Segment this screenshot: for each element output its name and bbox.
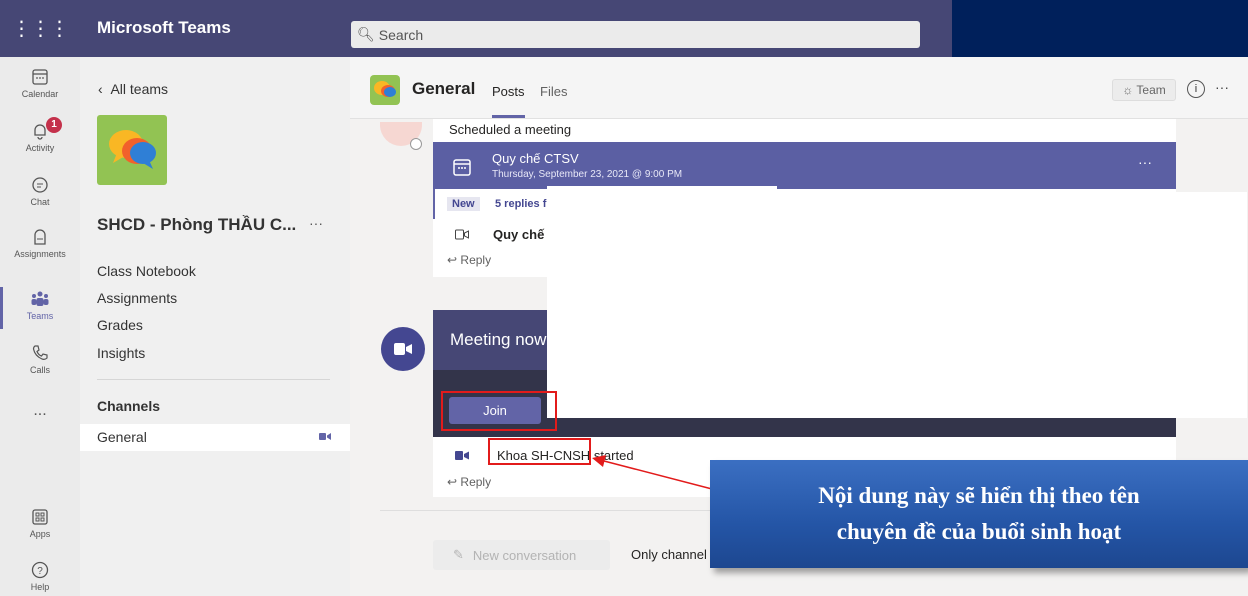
search-placeholder: Search xyxy=(378,26,424,43)
reply-link[interactable]: ↩ Reply xyxy=(447,253,491,267)
chevron-left-icon: ‹ xyxy=(98,81,103,97)
all-teams-link[interactable]: ‹ All teams xyxy=(98,81,168,97)
rail-label: Calendar xyxy=(21,89,59,99)
nav-assignments[interactable]: Assignments xyxy=(97,290,177,306)
team-name: SHCD - Phòng THẦU C... xyxy=(97,215,297,234)
eye-icon: ☼ xyxy=(1122,83,1134,97)
rail-item-more[interactable]: ... xyxy=(0,402,80,420)
channel-more-icon[interactable]: ··· xyxy=(1215,79,1229,95)
apps-icon xyxy=(32,509,48,525)
header-right-region xyxy=(952,0,1248,57)
team-panel: ‹ All teams SHCD - Phòng THẦU C... ··· C… xyxy=(80,57,350,596)
app-rail: Calendar 1 Activity Chat Assignments Tea… xyxy=(0,57,80,596)
reply-icon: ↩ xyxy=(447,475,458,489)
rail-item-calendar[interactable]: Calendar xyxy=(0,67,80,99)
rail-label: Calls xyxy=(29,365,50,375)
redaction-overlay xyxy=(547,192,1247,418)
channel-posting-note: Only channel xyxy=(631,547,707,562)
channel-team-icon xyxy=(370,75,400,105)
nav-grades[interactable]: Grades xyxy=(97,317,143,333)
more-icon: ... xyxy=(33,402,47,419)
rail-item-apps[interactable]: Apps xyxy=(0,507,80,539)
teams-icon xyxy=(31,291,49,306)
help-icon: ? xyxy=(31,561,49,579)
annotation-callout: Nội dung này sẽ hiển thị theo tên chuyên… xyxy=(710,460,1248,568)
divider xyxy=(97,379,330,380)
assignments-icon xyxy=(34,229,46,245)
tab-files[interactable]: Files xyxy=(540,84,567,99)
reply-label: Reply xyxy=(460,253,492,267)
scheduled-text: Scheduled a meeting xyxy=(449,122,572,137)
channel-title: General xyxy=(412,79,476,98)
meeting-banner[interactable]: Quy chế CTSV Thursday, September 23, 202… xyxy=(433,142,1176,189)
new-badge: New xyxy=(447,197,480,211)
nav-class-notebook[interactable]: Class Notebook xyxy=(97,263,196,279)
search-input[interactable]: 🔍︎ Search xyxy=(351,21,920,48)
channel-label: General xyxy=(97,429,147,445)
compose-icon: ✎ xyxy=(453,547,464,562)
meeting-time: Thursday, September 23, 2021 @ 9:00 PM xyxy=(492,169,683,180)
rail-item-chat[interactable]: Chat xyxy=(0,175,80,207)
rail-label: Assignments xyxy=(14,249,66,259)
channel-header: General Posts Files ☼ Team i ··· xyxy=(350,57,1248,119)
phone-icon xyxy=(32,345,48,360)
nav-insights[interactable]: Insights xyxy=(97,345,145,361)
meeting-now-title: Meeting now xyxy=(450,330,547,349)
organizer-highlight-box xyxy=(488,438,591,465)
meeting-more-icon[interactable]: ··· xyxy=(1138,154,1152,170)
video-camera-icon xyxy=(455,451,469,460)
tab-posts[interactable]: Posts xyxy=(492,84,525,118)
meeting-title: Quy chế CTSV xyxy=(492,151,579,166)
recording-title: Quy chế xyxy=(493,227,545,242)
svg-text:?: ? xyxy=(37,566,43,577)
teams-window: ⋮⋮⋮ Microsoft Teams 🔍︎ Search Calendar 1… xyxy=(0,0,1248,596)
rail-label: Activity xyxy=(25,143,55,153)
started-suffix: started xyxy=(590,448,634,463)
reply-link[interactable]: ↩ Reply xyxy=(447,475,491,489)
top-bar: ⋮⋮⋮ Microsoft Teams 🔍︎ Search xyxy=(0,0,1248,57)
chat-icon xyxy=(32,177,48,193)
calendar-icon xyxy=(453,159,471,176)
channel-item-general[interactable]: General xyxy=(80,424,350,451)
reply-icon: ↩ xyxy=(447,253,458,267)
rail-label: Help xyxy=(30,582,50,592)
chat-bubbles-logo-icon xyxy=(109,130,156,169)
search-icon: 🔍︎ xyxy=(357,26,375,42)
app-title: Microsoft Teams xyxy=(97,18,231,37)
new-conversation-button[interactable]: ✎ New conversation xyxy=(433,540,610,570)
rail-item-activity[interactable]: 1 Activity xyxy=(0,117,80,153)
video-outline-icon xyxy=(455,229,469,240)
join-highlight-box xyxy=(441,391,557,431)
team-button[interactable]: ☼ Team xyxy=(1112,79,1176,101)
calendar-icon xyxy=(32,69,48,85)
team-logo xyxy=(97,115,167,185)
all-teams-label: All teams xyxy=(110,81,169,97)
rail-label: Apps xyxy=(29,529,51,539)
new-conversation-label: New conversation xyxy=(472,547,577,563)
callout-line-2: chuyên đề của buổi sinh hoạt xyxy=(836,519,1122,544)
rail-item-calls[interactable]: Calls xyxy=(0,343,80,375)
rail-label: Chat xyxy=(30,197,50,207)
video-camera-icon xyxy=(394,343,412,355)
team-more-options-icon[interactable]: ··· xyxy=(309,215,323,231)
rail-label: Teams xyxy=(26,311,54,321)
activity-badge: 1 xyxy=(46,117,62,133)
info-icon[interactable]: i xyxy=(1187,80,1205,98)
reply-label: Reply xyxy=(460,475,492,489)
avatar xyxy=(380,122,422,150)
channels-heading: Channels xyxy=(97,398,161,414)
meeting-avatar xyxy=(381,327,425,371)
team-button-label: Team xyxy=(1136,83,1166,97)
app-launcher-icon[interactable]: ⋮⋮⋮ xyxy=(0,0,80,57)
rail-item-teams[interactable]: Teams xyxy=(0,287,80,329)
callout-line-1: Nội dung này sẽ hiển thị theo tên xyxy=(818,483,1140,508)
video-camera-icon xyxy=(319,433,331,440)
replies-count: 5 replies f xyxy=(495,198,547,210)
rail-item-help[interactable]: ? Help xyxy=(0,560,80,592)
rail-item-assignments[interactable]: Assignments xyxy=(0,227,80,259)
